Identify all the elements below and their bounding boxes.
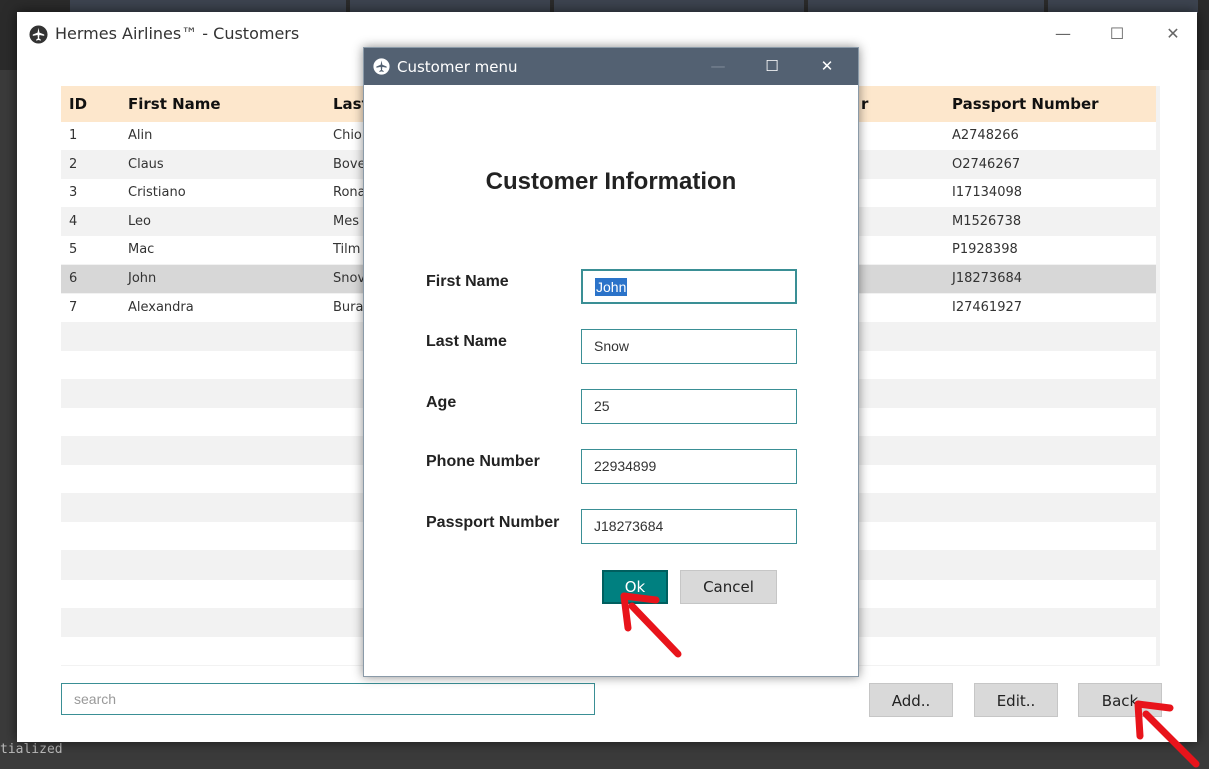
cell-passport-number: O2746267 bbox=[952, 156, 1021, 172]
cell-id: 1 bbox=[69, 128, 78, 143]
add-button[interactable]: Add.. bbox=[869, 683, 953, 717]
column-header-first-name[interactable]: First Name bbox=[128, 95, 221, 113]
column-header-passport-number[interactable]: Passport Number bbox=[952, 95, 1099, 113]
dialog-minimize-icon[interactable]: — bbox=[703, 54, 733, 78]
last-name-input[interactable]: Snow bbox=[581, 329, 797, 364]
first-name-input[interactable]: John bbox=[581, 269, 797, 304]
dialog-close-icon[interactable]: ✕ bbox=[812, 54, 842, 78]
cell-id: 6 bbox=[69, 271, 78, 286]
cell-passport-number: I27461927 bbox=[952, 299, 1023, 315]
cell-first-name: Alin bbox=[128, 128, 153, 143]
cell-id: 3 bbox=[69, 185, 78, 201]
console-text: tialized bbox=[0, 742, 63, 757]
cell-id: 7 bbox=[69, 299, 78, 315]
maximize-icon[interactable]: ☐ bbox=[1097, 20, 1137, 48]
cell-last-name: Bura bbox=[333, 299, 364, 315]
cell-last-name: Bove bbox=[333, 156, 366, 172]
airplane-logo-icon bbox=[29, 25, 48, 44]
airplane-logo-icon bbox=[373, 58, 390, 75]
cell-last-name: Mes bbox=[333, 213, 359, 229]
dialog-maximize-icon[interactable]: ☐ bbox=[757, 54, 787, 78]
red-arrow-ok-annotation bbox=[620, 592, 682, 658]
cell-last-name: Snov bbox=[333, 271, 366, 286]
cell-first-name: Mac bbox=[128, 242, 155, 258]
cell-first-name: Leo bbox=[128, 213, 151, 229]
edit-button[interactable]: Edit.. bbox=[974, 683, 1058, 717]
cell-first-name: Alexandra bbox=[128, 299, 194, 315]
red-arrow-back-annotation bbox=[1134, 700, 1200, 768]
search-input[interactable] bbox=[61, 683, 595, 715]
column-header-phone-number[interactable]: r bbox=[861, 95, 868, 113]
first-name-label: First Name bbox=[426, 273, 509, 290]
cell-first-name: Cristiano bbox=[128, 185, 186, 201]
column-header-id[interactable]: ID bbox=[69, 95, 87, 113]
cell-id: 4 bbox=[69, 213, 78, 229]
first-name-value: John bbox=[595, 278, 628, 296]
dialog-heading: Customer Information bbox=[485, 168, 737, 195]
phone-number-input[interactable]: 22934899 bbox=[581, 449, 797, 484]
cell-passport-number: I17134098 bbox=[952, 185, 1023, 201]
passport-number-input[interactable]: J18273684 bbox=[581, 509, 797, 544]
cell-passport-number: J18273684 bbox=[952, 271, 1023, 286]
cell-last-name: Rona bbox=[333, 185, 366, 201]
cell-passport-number: A2748266 bbox=[952, 128, 1019, 143]
cell-last-name: Tilm bbox=[333, 242, 361, 258]
cell-first-name: John bbox=[128, 271, 157, 286]
cell-id: 2 bbox=[69, 156, 78, 172]
cell-last-name: Chio bbox=[333, 128, 362, 143]
phone-number-label: Phone Number bbox=[426, 453, 540, 470]
cell-passport-number: P1928398 bbox=[952, 242, 1018, 258]
dialog-title: Customer menu bbox=[397, 58, 518, 76]
passport-number-label: Passport Number bbox=[426, 514, 560, 531]
cell-id: 5 bbox=[69, 242, 78, 258]
cell-passport-number: M1526738 bbox=[952, 213, 1022, 229]
close-icon[interactable]: ✕ bbox=[1153, 20, 1193, 48]
age-input[interactable]: 25 bbox=[581, 389, 797, 424]
age-label: Age bbox=[426, 394, 457, 411]
last-name-label: Last Name bbox=[426, 333, 507, 350]
cell-first-name: Claus bbox=[128, 156, 164, 172]
minimize-icon[interactable]: — bbox=[1043, 20, 1083, 48]
window-title: Hermes Airlines™ - Customers bbox=[55, 24, 300, 43]
dialog-titlebar[interactable]: Customer menu — ☐ ✕ bbox=[364, 48, 858, 85]
